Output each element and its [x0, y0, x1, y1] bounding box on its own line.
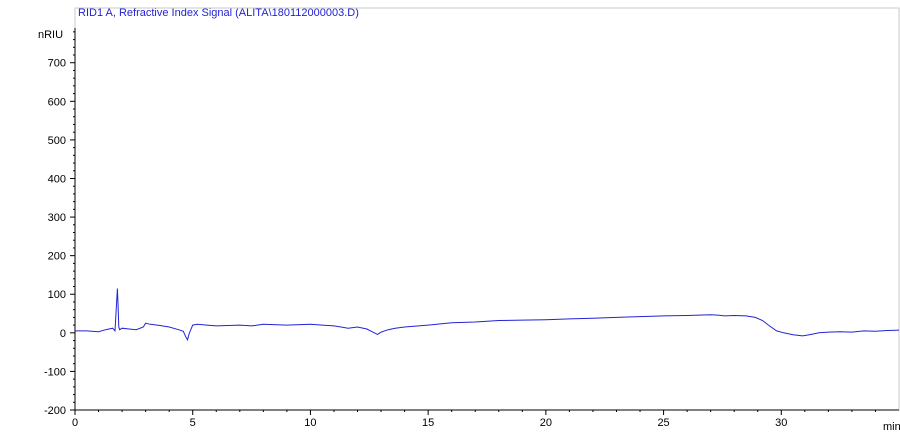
- x-tick-label: 30: [775, 417, 787, 429]
- y-tick-label: 700: [48, 58, 66, 70]
- x-tick-label: 15: [422, 417, 434, 429]
- x-tick-label: 25: [657, 417, 669, 429]
- y-tick-label: 600: [48, 96, 66, 108]
- y-tick-label: -100: [44, 366, 66, 378]
- x-tick-label: 10: [304, 417, 316, 429]
- y-tick-label: 300: [48, 212, 66, 224]
- x-tick-label: 5: [190, 417, 196, 429]
- y-axis-label: nRIU: [38, 29, 63, 41]
- x-tick-label: 0: [72, 417, 78, 429]
- chart-title: RID1 A, Refractive Index Signal (ALITA\1…: [78, 7, 359, 19]
- y-axis-ticks: -200 -100 0 100 200 300 400 500 600 700: [44, 31, 75, 417]
- y-tick-label: 100: [48, 289, 66, 301]
- y-tick-label: -200: [44, 405, 66, 417]
- y-tick-label: 400: [48, 173, 66, 185]
- x-tick-label: 20: [540, 417, 552, 429]
- plot-frame: [74, 7, 900, 411]
- chromatogram-chart: RID1 A, Refractive Index Signal (ALITA\1…: [38, 7, 900, 433]
- y-tick-label: 200: [48, 251, 66, 263]
- signal-trace: [75, 288, 900, 342]
- y-tick-label: 500: [48, 135, 66, 147]
- x-axis-ticks: 0 5 10 15 20 25 30: [72, 410, 876, 429]
- y-tick-label: 0: [60, 328, 66, 340]
- x-axis-label: min: [883, 421, 900, 433]
